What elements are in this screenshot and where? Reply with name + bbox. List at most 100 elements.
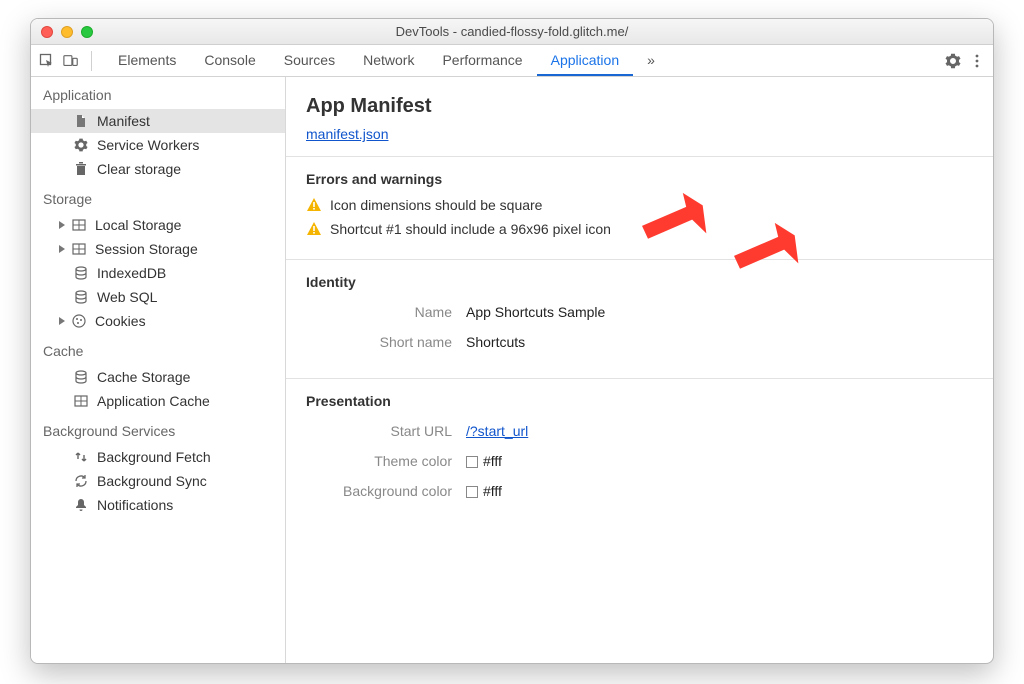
manifest-link-row: manifest.json bbox=[286, 126, 993, 156]
gear-icon bbox=[73, 137, 89, 153]
kebab-menu-icon[interactable] bbox=[969, 53, 985, 69]
tab-overflow[interactable]: » bbox=[633, 45, 669, 76]
devtools-window: DevTools - candied-flossy-fold.glitch.me… bbox=[30, 18, 994, 664]
identity-name-row: Name App Shortcuts Sample bbox=[306, 304, 973, 320]
color-swatch bbox=[466, 486, 478, 498]
sidebar-item-label: Cache Storage bbox=[97, 369, 190, 385]
sidebar-item-manifest[interactable]: Manifest bbox=[31, 109, 285, 133]
themecolor-row: Theme color #fff bbox=[306, 453, 973, 469]
db-icon bbox=[73, 289, 89, 305]
warning-text: Icon dimensions should be square bbox=[330, 197, 542, 213]
identity-heading: Identity bbox=[306, 274, 973, 290]
sidebar-item-session-storage[interactable]: Session Storage bbox=[31, 237, 285, 261]
page-title: App Manifest bbox=[286, 85, 993, 126]
titlebar: DevTools - candied-flossy-fold.glitch.me… bbox=[31, 19, 993, 45]
sidebar-item-notifications[interactable]: Notifications bbox=[31, 493, 285, 517]
sidebar-item-background-fetch[interactable]: Background Fetch bbox=[31, 445, 285, 469]
presentation-section: Presentation Start URL /?start_url Theme… bbox=[286, 378, 993, 527]
sidebar-item-label: Manifest bbox=[97, 113, 150, 129]
tab-elements[interactable]: Elements bbox=[104, 45, 190, 76]
value: #fff bbox=[466, 483, 502, 499]
sidebar-item-label: Notifications bbox=[97, 497, 173, 513]
tab-application[interactable]: Application bbox=[537, 45, 634, 76]
cookie-icon bbox=[71, 313, 87, 329]
sidebar-item-label: IndexedDB bbox=[97, 265, 166, 281]
sidebar-item-label: Background Fetch bbox=[97, 449, 211, 465]
bell-icon bbox=[73, 497, 89, 513]
value: /?start_url bbox=[466, 423, 528, 439]
tab-console[interactable]: Console bbox=[190, 45, 269, 76]
identity-shortname-row: Short name Shortcuts bbox=[306, 334, 973, 350]
warning-row: Icon dimensions should be square bbox=[306, 197, 973, 213]
device-toggle-icon[interactable] bbox=[63, 53, 79, 69]
value: App Shortcuts Sample bbox=[466, 304, 605, 320]
color-value: #fff bbox=[483, 483, 502, 499]
manifest-link[interactable]: manifest.json bbox=[306, 126, 388, 142]
table-icon bbox=[73, 393, 89, 409]
label: Theme color bbox=[306, 453, 466, 469]
sidebar-item-cookies[interactable]: Cookies bbox=[31, 309, 285, 333]
sidebar-item-service-workers[interactable]: Service Workers bbox=[31, 133, 285, 157]
bgcolor-row: Background color #fff bbox=[306, 483, 973, 499]
separator bbox=[91, 51, 92, 71]
sidebar-item-cache-storage[interactable]: Cache Storage bbox=[31, 365, 285, 389]
panel-tabs: Elements Console Sources Network Perform… bbox=[104, 45, 669, 76]
sidebar-item-label: Cookies bbox=[95, 313, 146, 329]
sidebar-item-local-storage[interactable]: Local Storage bbox=[31, 213, 285, 237]
sidebar-item-label: Application Cache bbox=[97, 393, 210, 409]
errors-section: Errors and warnings Icon dimensions shou… bbox=[286, 156, 993, 259]
sidebar-item-indexeddb[interactable]: IndexedDB bbox=[31, 261, 285, 285]
starturl-row: Start URL /?start_url bbox=[306, 423, 973, 439]
errors-heading: Errors and warnings bbox=[306, 171, 973, 187]
value: #fff bbox=[466, 453, 502, 469]
presentation-heading: Presentation bbox=[306, 393, 973, 409]
warning-icon bbox=[306, 221, 322, 237]
sidebar-group-title: Background Services bbox=[31, 413, 285, 445]
main-panel: App Manifest manifest.json Errors and wa… bbox=[286, 77, 993, 663]
window-title: DevTools - candied-flossy-fold.glitch.me… bbox=[31, 24, 993, 39]
tab-network[interactable]: Network bbox=[349, 45, 428, 76]
gear-icon[interactable] bbox=[945, 53, 961, 69]
table-icon bbox=[71, 217, 87, 233]
sidebar-group-title: Storage bbox=[31, 181, 285, 213]
tab-performance[interactable]: Performance bbox=[428, 45, 536, 76]
sidebar-item-label: Local Storage bbox=[95, 217, 181, 233]
expand-triangle-icon[interactable] bbox=[59, 317, 65, 325]
tab-sources[interactable]: Sources bbox=[270, 45, 349, 76]
label: Short name bbox=[306, 334, 466, 350]
sidebar-group-title: Cache bbox=[31, 333, 285, 365]
sidebar-item-clear-storage[interactable]: Clear storage bbox=[31, 157, 285, 181]
db-icon bbox=[73, 369, 89, 385]
sidebar-item-background-sync[interactable]: Background Sync bbox=[31, 469, 285, 493]
sync-icon bbox=[73, 473, 89, 489]
sidebar-item-web-sql[interactable]: Web SQL bbox=[31, 285, 285, 309]
label: Start URL bbox=[306, 423, 466, 439]
value: Shortcuts bbox=[466, 334, 525, 350]
color-value: #fff bbox=[483, 453, 502, 469]
starturl-link[interactable]: /?start_url bbox=[466, 423, 528, 439]
updown-icon bbox=[73, 449, 89, 465]
table-icon bbox=[71, 241, 87, 257]
sidebar-item-label: Service Workers bbox=[97, 137, 199, 153]
warning-icon bbox=[306, 197, 322, 213]
sidebar-item-label: Session Storage bbox=[95, 241, 198, 257]
db-icon bbox=[73, 265, 89, 281]
sidebar-group-title: Application bbox=[31, 77, 285, 109]
label: Name bbox=[306, 304, 466, 320]
inspect-icon[interactable] bbox=[39, 53, 55, 69]
warning-row: Shortcut #1 should include a 96x96 pixel… bbox=[306, 221, 973, 237]
file-icon bbox=[73, 113, 89, 129]
toolbar: Elements Console Sources Network Perform… bbox=[31, 45, 993, 77]
sidebar: Application Manifest Service Workers Clear … bbox=[31, 77, 286, 663]
warning-text: Shortcut #1 should include a 96x96 pixel… bbox=[330, 221, 611, 237]
expand-triangle-icon[interactable] bbox=[59, 221, 65, 229]
sidebar-item-application-cache[interactable]: Application Cache bbox=[31, 389, 285, 413]
label: Background color bbox=[306, 483, 466, 499]
trash-icon bbox=[73, 161, 89, 177]
sidebar-item-label: Web SQL bbox=[97, 289, 157, 305]
sidebar-item-label: Background Sync bbox=[97, 473, 207, 489]
color-swatch bbox=[466, 456, 478, 468]
expand-triangle-icon[interactable] bbox=[59, 245, 65, 253]
identity-section: Identity Name App Shortcuts Sample Short… bbox=[286, 259, 993, 378]
sidebar-item-label: Clear storage bbox=[97, 161, 181, 177]
